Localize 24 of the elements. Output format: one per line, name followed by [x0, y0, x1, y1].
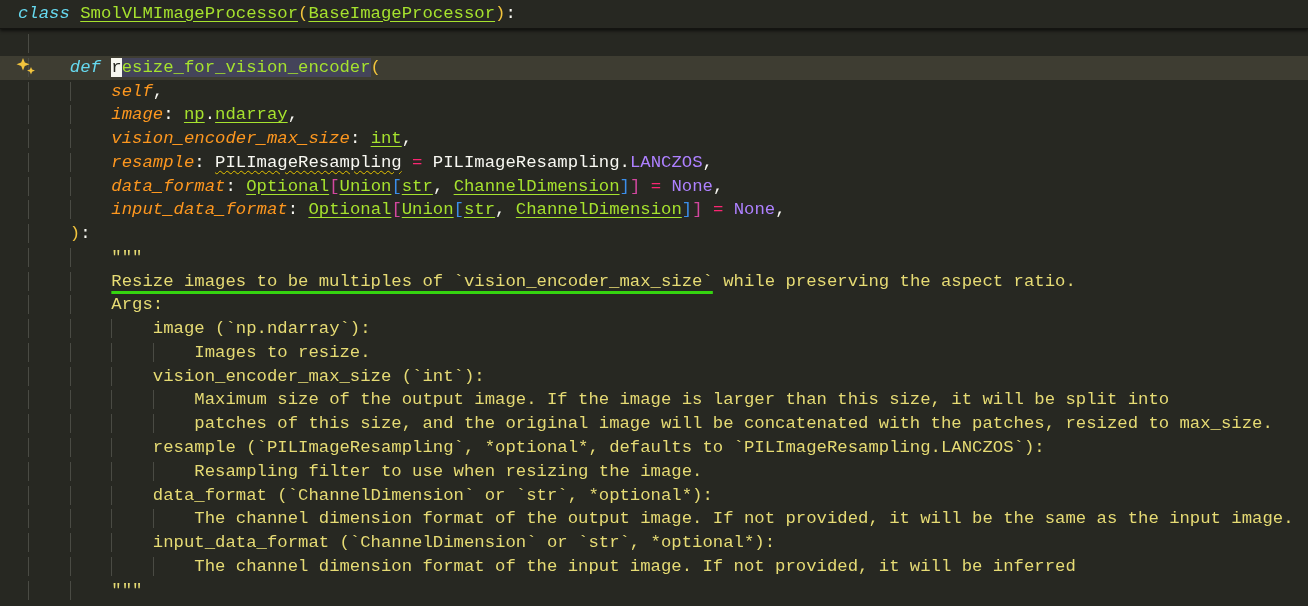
code-line: Images to resize. — [28, 340, 371, 365]
code-line: The channel dimension format of the input image. If not provided, it will be inferred — [28, 554, 1076, 579]
code-line: """ — [28, 578, 143, 603]
code-line: resample (`PILImageResampling`, *optional*, defaults to `PILImageResampling.LANCZOS`): — [28, 436, 1045, 460]
code-line: image (`np.ndarray`): — [28, 317, 371, 341]
code-line: def resize_for_vision_encoder( — [28, 55, 381, 80]
code-line: Maximum size of the output image. If the image is larger than this size, it will be split into — [28, 388, 1170, 413]
code-line: patches of this size, and the original image will be concatenated with the patches, resized to max_size. — [28, 412, 1273, 436]
code-line: input_data_format (`ChannelDimension` or `str`, *optional*): — [28, 531, 776, 555]
code-line: vision_encoder_max_size: int, — [28, 127, 413, 151]
code-line: """ — [28, 245, 143, 270]
code-line: data_format: Optional[Union[str, ChannelDimension]] = None, — [28, 174, 724, 199]
sticky-header: class SmolVLMImageProcessor(BaseImageProcessor): — [0, 0, 1308, 29]
code-line: self, — [28, 79, 164, 104]
code-line: The channel dimension format of the output image. If not provided, it will be the same as the input image. — [28, 507, 1294, 532]
code-line: image: np.ndarray, — [28, 103, 299, 128]
code-line: resample: PILImageResampling = PILImageResampling.LANCZOS, — [28, 150, 713, 175]
code-line: ): — [28, 222, 91, 246]
code-line: Resize images to be multiples of `vision_encoder_max_size` while preserving the aspect ratio. — [28, 269, 1076, 294]
code-line: input_data_format: Optional[Union[str, ChannelDimension]] = None, — [28, 198, 786, 223]
code-line: Args: — [28, 293, 164, 318]
code-line: data_format (`ChannelDimension` or `str`, *optional*): — [28, 483, 713, 508]
code-line: Resampling filter to use when resizing the image. — [28, 459, 703, 484]
code-line: vision_encoder_max_size (`int`): — [28, 364, 485, 389]
